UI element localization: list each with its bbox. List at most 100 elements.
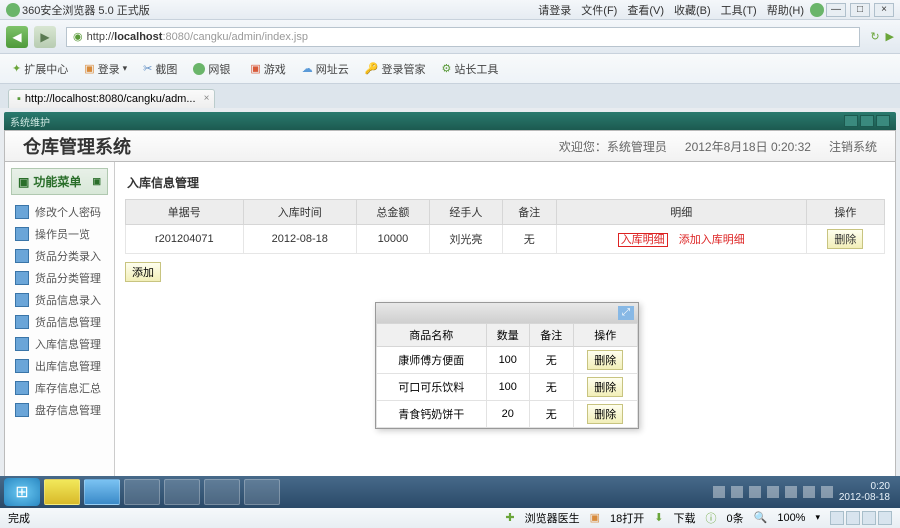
sidebar-header[interactable]: ▣ 功能菜单 ▣ — [11, 168, 108, 195]
status-msgs[interactable]: 0条 — [727, 510, 744, 526]
sidebar-item-label: 盘存信息管理 — [35, 402, 101, 418]
link-detail[interactable]: 入库明细 — [618, 233, 668, 247]
sidebar-item[interactable]: 货品分类录入 — [5, 245, 114, 267]
tray-icon[interactable] — [749, 486, 761, 498]
menu-tools[interactable]: 工具(T) — [717, 2, 761, 18]
detail-column-header: 数量 — [486, 324, 530, 347]
sidebar-item[interactable]: 货品信息录入 — [5, 289, 114, 311]
tray-icon[interactable] — [803, 486, 815, 498]
menu-login[interactable]: 请登录 — [534, 2, 575, 18]
task-ie[interactable] — [84, 479, 120, 505]
sidebar-item[interactable]: 盘存信息管理 — [5, 399, 114, 421]
column-header: 明细 — [556, 200, 806, 225]
add-button[interactable]: 添加 — [125, 262, 161, 282]
status-download[interactable]: 下载 — [674, 510, 696, 526]
status-doctor[interactable]: 浏览器医生 — [525, 510, 580, 526]
logout-link[interactable]: 注销系统 — [829, 138, 877, 155]
column-header: 操作 — [806, 200, 884, 225]
collapse-icon[interactable]: ▣ — [92, 176, 101, 187]
tb-game[interactable]: ▣游戏 — [244, 59, 291, 79]
sidebar-item-label: 货品信息管理 — [35, 314, 101, 330]
detail-name: 康师傅方便面 — [377, 347, 487, 374]
detail-column-header: 商品名称 — [377, 324, 487, 347]
link-add-detail[interactable]: 添加入库明细 — [679, 234, 745, 246]
column-header: 入库时间 — [243, 200, 356, 225]
earth-icon: ◉ — [73, 30, 83, 43]
task-explorer[interactable] — [44, 479, 80, 505]
tray-icon[interactable] — [713, 486, 725, 498]
detail-name: 青食钙奶饼干 — [377, 401, 487, 428]
mode-icon[interactable] — [830, 511, 844, 525]
tray-icon[interactable] — [785, 486, 797, 498]
inner-min-button[interactable] — [844, 115, 858, 127]
task-app[interactable] — [244, 479, 280, 505]
tray-icon[interactable] — [731, 486, 743, 498]
tb-screenshot[interactable]: ✂截图 — [137, 59, 183, 79]
url-input[interactable]: ◉ http://localhost:8080/cangku/admin/ind… — [66, 27, 860, 47]
sidebar-item-icon — [15, 227, 29, 241]
menu-file[interactable]: 文件(F) — [577, 2, 621, 18]
ext-center[interactable]: ✦扩展中心 — [6, 59, 74, 79]
window-min-button[interactable]: — — [826, 3, 846, 17]
sidebar-item-label: 货品分类管理 — [35, 270, 101, 286]
welcome-text: 欢迎您：系统管理员 — [559, 138, 667, 155]
mode-icon[interactable] — [846, 511, 860, 525]
window-max-button[interactable]: □ — [850, 3, 870, 17]
tb-bank[interactable]: 网银 — [187, 59, 236, 79]
start-button[interactable]: ⊞ — [4, 478, 40, 506]
detail-delete-button[interactable]: 删除 — [587, 350, 623, 370]
status-zoom[interactable]: 100% — [777, 512, 805, 524]
column-header: 总金额 — [356, 200, 429, 225]
menu-help[interactable]: 帮助(H) — [763, 2, 808, 18]
detail-panel: ⤢ 商品名称数量备注操作 康师傅方便面100无删除可口可乐饮料100无删除青食钙… — [375, 302, 639, 429]
cell-id: r201204071 — [126, 225, 244, 254]
tb-pwd[interactable]: 🔑登录管家 — [359, 59, 432, 79]
detail-delete-button[interactable]: 删除 — [587, 377, 623, 397]
inbound-table: 单据号入库时间总金额经手人备注明细操作 r201204071 2012-08-1… — [125, 199, 885, 254]
menu-view[interactable]: 查看(V) — [623, 2, 668, 18]
task-app[interactable] — [204, 479, 240, 505]
cell-time: 2012-08-18 — [243, 225, 356, 254]
tb-webmaster[interactable]: ⚙站长工具 — [435, 59, 504, 79]
detail-column-header: 操作 — [573, 324, 638, 347]
inner-close-button[interactable] — [876, 115, 890, 127]
mode-icon[interactable] — [878, 511, 892, 525]
sidebar-item[interactable]: 货品信息管理 — [5, 311, 114, 333]
table-row: r201204071 2012-08-18 10000 刘光亮 无 入库明细 添… — [126, 225, 885, 254]
menu-icon: ▣ — [18, 175, 29, 189]
page-icon: ▪ — [17, 93, 21, 105]
task-app[interactable] — [164, 479, 200, 505]
detail-row: 青食钙奶饼干20无删除 — [377, 401, 638, 428]
window-close-button[interactable]: × — [874, 3, 894, 17]
cell-remark: 无 — [502, 225, 556, 254]
stop-button[interactable]: ▶ — [886, 30, 894, 43]
back-button[interactable]: ◀ — [6, 26, 28, 48]
browser-tab[interactable]: ▪ http://localhost:8080/cangku/adm... × — [8, 89, 215, 108]
task-app[interactable] — [124, 479, 160, 505]
mode-icon[interactable] — [862, 511, 876, 525]
detail-column-header: 备注 — [530, 324, 574, 347]
tray-icon[interactable] — [821, 486, 833, 498]
detail-row: 可口可乐饮料100无删除 — [377, 374, 638, 401]
sidebar-item[interactable]: 货品分类管理 — [5, 267, 114, 289]
menu-favorites[interactable]: 收藏(B) — [670, 2, 715, 18]
tb-login[interactable]: ▣登录▾ — [78, 59, 133, 79]
tab-close-icon[interactable]: × — [204, 93, 210, 104]
row-delete-button[interactable]: 删除 — [827, 229, 863, 249]
inner-max-button[interactable] — [860, 115, 874, 127]
status-open[interactable]: 18打开 — [610, 510, 644, 526]
sidebar-item[interactable]: 入库信息管理 — [5, 333, 114, 355]
detail-delete-button[interactable]: 删除 — [587, 404, 623, 424]
sidebar-item[interactable]: 操作员一览 — [5, 223, 114, 245]
sidebar-item[interactable]: 库存信息汇总 — [5, 377, 114, 399]
tray-icon[interactable] — [767, 486, 779, 498]
refresh-button[interactable]: ↻ — [870, 30, 879, 43]
sidebar-item[interactable]: 出库信息管理 — [5, 355, 114, 377]
taskbar-clock[interactable]: 0:20 2012-08-18 — [839, 481, 890, 503]
skin-icon[interactable] — [810, 3, 824, 17]
sidebar-item[interactable]: 修改个人密码 — [5, 201, 114, 223]
tab-label: http://localhost:8080/cangku/adm... — [25, 93, 196, 105]
tb-cloud[interactable]: ☁网址云 — [296, 59, 355, 79]
forward-button[interactable]: ▶ — [34, 26, 56, 48]
detail-close-button[interactable]: ⤢ — [618, 306, 634, 320]
